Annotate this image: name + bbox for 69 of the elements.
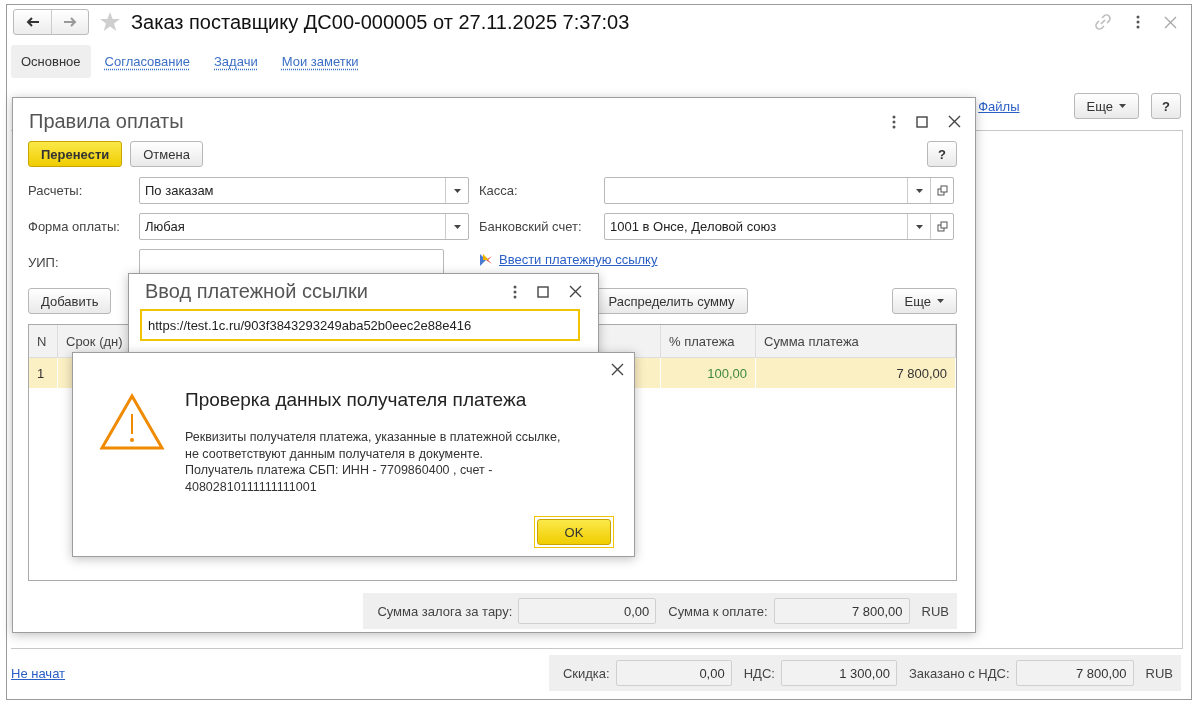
field-label: Расчеты: <box>28 183 84 198</box>
alert-message: Реквизиты получателя платежа, указанные в платежной ссылке, не соответствуют данным получателя в документе. Получатель платежа СБП: ИНН - 7709860400 , счет - 40802810111111111001 <box>185 429 562 495</box>
tab[interactable]: Задачи <box>204 45 268 78</box>
tab[interactable]: Согласование <box>94 45 200 78</box>
caret-icon <box>915 188 923 193</box>
column-header[interactable]: N <box>29 325 58 357</box>
field-label: Банковский счет: <box>479 219 583 234</box>
payment-link-icon <box>479 252 493 267</box>
dropdown-field[interactable]: Любая <box>139 213 469 240</box>
dialog-title: Правила оплаты <box>29 110 185 133</box>
close-icon[interactable] <box>948 115 961 128</box>
more-icon[interactable] <box>1136 15 1140 29</box>
total-label: НДС: <box>743 665 775 681</box>
column-header[interactable]: Сумма платежа <box>756 325 956 357</box>
open-icon <box>936 221 948 232</box>
total-value: 1 300,00 <box>780 660 897 686</box>
table-cell: 100,00 <box>661 358 756 388</box>
total-value: 0,00 <box>615 660 732 686</box>
tab[interactable]: Основное <box>11 45 91 78</box>
total-value: 7 800,00 <box>1015 660 1134 686</box>
transfer-button[interactable]: Перенести <box>28 141 123 167</box>
column-header[interactable]: % платежа <box>661 325 756 357</box>
maximize-icon[interactable] <box>537 285 549 298</box>
alert-title: Проверка данных получателя платежа <box>185 389 528 411</box>
currency-label: RUB <box>921 603 949 619</box>
status-link[interactable]: Не начат <box>11 665 66 681</box>
caret-icon <box>453 224 461 229</box>
ok-button[interactable]: OK <box>537 519 611 545</box>
total-label: Заказано с НДС: <box>908 665 1010 681</box>
dropdown-field[interactable] <box>604 177 954 204</box>
add-button[interactable]: Добавить <box>28 288 112 314</box>
total-label: Сумма залога за тару: <box>377 603 513 619</box>
dropdown-field[interactable]: По заказам <box>139 177 469 204</box>
total-label: Скидка: <box>562 665 610 681</box>
more-icon[interactable] <box>892 114 896 129</box>
window-title: Заказ поставщику ДС00-000005 от 27.11.2025 7:37:03 <box>131 10 631 34</box>
field-label: УИП: <box>28 255 60 270</box>
field-label: Форма оплаты: <box>28 219 121 234</box>
caret-icon <box>915 224 923 229</box>
dropdown-field[interactable]: 1001 в Oнce, Деловой союз <box>604 213 954 240</box>
currency-label: RUB <box>1145 665 1173 681</box>
total-label: Сумма к оплате: <box>668 603 768 619</box>
forward-arrow-icon <box>63 17 77 27</box>
close-icon[interactable] <box>569 285 582 298</box>
cancel-button[interactable]: Отмена <box>130 141 203 167</box>
help-button[interactable]: ? <box>1151 93 1181 119</box>
total-value: 0,00 <box>518 598 657 624</box>
more-button[interactable]: Еще <box>891 288 957 314</box>
caret-icon <box>937 299 944 303</box>
total-value: 7 800,00 <box>773 598 910 624</box>
caret-icon <box>453 188 461 193</box>
files-link[interactable]: Файлы <box>978 98 1020 114</box>
more-icon[interactable] <box>513 284 517 299</box>
warning-icon <box>99 393 165 451</box>
caret-icon <box>1119 104 1126 108</box>
payment-link[interactable]: Ввести платежную ссылку <box>499 252 658 267</box>
url-field[interactable]: https://test.1c.ru/903f3843293249aba52b0eec2e88e416 <box>140 309 580 341</box>
tab[interactable]: Мои заметки <box>271 45 369 78</box>
table-cell: 1 <box>29 358 58 388</box>
more-button[interactable]: Еще <box>1073 93 1139 119</box>
back-arrow-icon <box>25 17 40 27</box>
maximize-icon[interactable] <box>916 115 928 128</box>
dialog-title: Ввод платежной ссылки <box>145 280 369 303</box>
star-icon[interactable] <box>99 11 121 33</box>
table-cell: 7 800,00 <box>756 358 956 388</box>
help-button[interactable]: ? <box>927 141 957 167</box>
close-icon[interactable] <box>611 363 624 376</box>
field-label: Касса: <box>479 183 519 198</box>
open-icon <box>936 185 948 196</box>
